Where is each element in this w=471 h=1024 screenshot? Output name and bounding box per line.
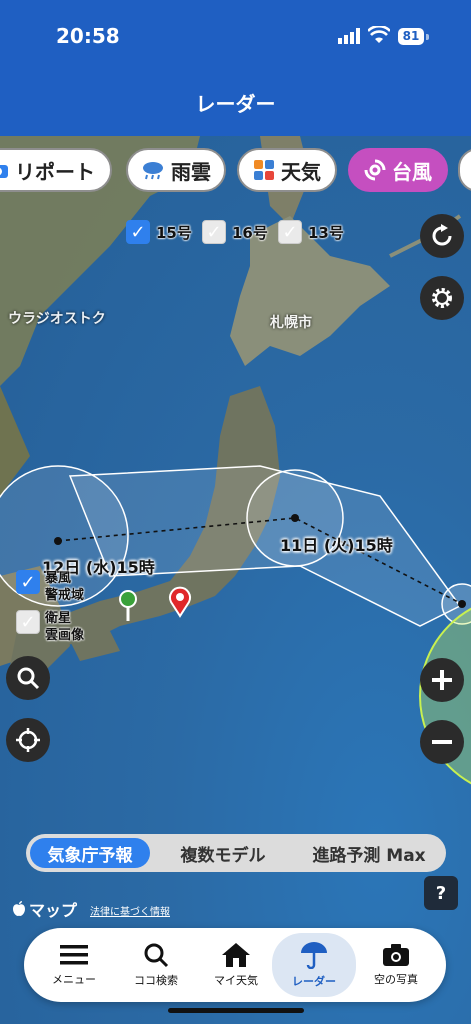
typhoon-icon <box>364 159 386 181</box>
typhoon-filter-15[interactable]: ✓ 15号 <box>126 218 192 246</box>
settings-button[interactable] <box>420 276 464 320</box>
layer-toggle-satellite[interactable]: ✓ 衛星 雲画像 <box>16 610 84 644</box>
checkbox-unchecked-icon[interactable]: ✓ <box>278 220 302 244</box>
bottom-tab-bar: メニュー ココ検索 マイ天気 レーダー 空の写真 <box>24 928 446 1002</box>
typhoon-filter-13[interactable]: ✓ 13号 <box>278 218 344 246</box>
chip-report[interactable]: リポート <box>0 148 112 192</box>
apple-logo-icon <box>13 901 25 916</box>
battery-icon: 81 <box>398 28 424 45</box>
map-label-vladivostok: ウラジオストク <box>8 311 106 327</box>
checkbox-unchecked-icon[interactable]: ✓ <box>202 220 226 244</box>
minus-icon <box>432 740 452 744</box>
zoom-in-button[interactable] <box>420 658 464 702</box>
typhoon-filter-16[interactable]: ✓ 16号 <box>202 218 268 246</box>
chip-typhoon[interactable]: 台風 <box>348 148 448 192</box>
camera-icon <box>383 944 409 966</box>
segment-jma[interactable]: 気象庁予報 <box>30 838 150 868</box>
home-icon <box>222 943 250 967</box>
segment-multi-model[interactable]: 複数モデル <box>150 838 296 868</box>
refresh-button[interactable] <box>420 214 464 258</box>
cellular-signal-icon <box>338 28 360 44</box>
checkbox-checked-icon[interactable]: ✓ <box>16 570 40 594</box>
search-icon <box>17 667 40 690</box>
tab-radar[interactable]: レーダー <box>272 933 356 997</box>
help-button[interactable]: ? <box>424 876 458 910</box>
status-time: 20:58 <box>56 24 120 48</box>
tab-my-weather[interactable]: マイ天気 <box>196 928 276 1002</box>
chip-rain-cloud[interactable]: 雨雲 <box>126 148 226 192</box>
tab-menu[interactable]: メニュー <box>34 928 114 1002</box>
chip-weather[interactable]: 天気 <box>237 148 337 192</box>
tab-sky-photo[interactable]: 空の写真 <box>356 928 436 1002</box>
search-icon <box>144 943 169 968</box>
current-location-button[interactable] <box>6 718 50 762</box>
camera-icon <box>0 161 9 179</box>
wifi-icon <box>368 26 390 43</box>
checkbox-unchecked-icon[interactable]: ✓ <box>16 610 40 634</box>
tab-search[interactable]: ココ検索 <box>116 928 196 1002</box>
weather-grid-icon <box>253 159 275 181</box>
status-bar: 20:58 81 <box>0 0 471 64</box>
umbrella-icon <box>301 942 327 969</box>
rain-cloud-icon <box>141 159 165 181</box>
forecast-source-segmented: 気象庁予報 複数モデル 進路予測 Max <box>26 834 446 872</box>
menu-icon <box>60 945 88 965</box>
legal-link[interactable]: 法律に基づく情報 <box>90 903 170 918</box>
zoom-out-button[interactable] <box>420 720 464 764</box>
checkbox-checked-icon[interactable]: ✓ <box>126 220 150 244</box>
segment-track-max[interactable]: 進路予測 Max <box>296 838 442 868</box>
page-title: レーダー <box>195 92 276 116</box>
home-indicator <box>168 1008 304 1013</box>
nav-header: レーダー <box>0 64 471 136</box>
layer-toggle-storm-warning[interactable]: ✓ 暴風 警戒域 <box>16 570 84 604</box>
apple-maps-logo: マップ <box>12 897 77 921</box>
gear-icon <box>432 288 452 308</box>
location-pin-red-icon <box>169 586 191 618</box>
crosshair-icon <box>16 728 40 752</box>
refresh-icon <box>432 224 452 246</box>
plus-icon <box>432 670 452 690</box>
radar-map[interactable]: リポート 雨雲 天気 台風 ✓ 15号 ✓ 16号 ✓ 13号 ウラジオストク … <box>0 136 471 1024</box>
search-map-button[interactable] <box>6 656 50 700</box>
map-label-sapporo: 札幌市 <box>270 315 312 331</box>
forecast-time-label-b: 11日 (火)15時 <box>280 536 393 555</box>
